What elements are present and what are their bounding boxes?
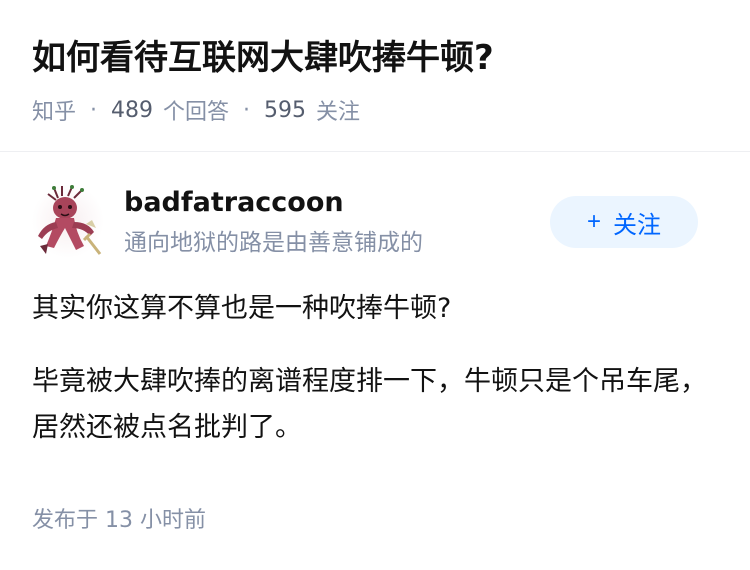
author-bio: 通向地狱的路是由善意铺成的 (124, 230, 423, 256)
publish-time: 发布于 13 小时前 (32, 502, 206, 534)
question-header: 如何看待互联网大肆吹捧牛顿? 知乎 · 489 个回答 · 595 关注 (32, 34, 730, 126)
publish-label: 发布于 (32, 508, 99, 533)
follow-button-label: 关注 (613, 211, 661, 239)
follow-button[interactable]: + 关注 (550, 196, 698, 248)
source-label[interactable]: 知乎 (32, 94, 76, 126)
groot-avatar-icon (32, 184, 104, 258)
answer-paragraph: 其实你这算不算也是一种吹捧牛顿? (32, 293, 452, 324)
follower-count-label[interactable]: 关注 (316, 94, 360, 126)
question-title[interactable]: 如何看待互联网大肆吹捧牛顿? (32, 34, 730, 82)
plus-icon: + (586, 208, 601, 235)
answer-count-label[interactable]: 个回答 (163, 94, 229, 126)
header-divider (0, 151, 750, 152)
answer-count: 489 (111, 97, 154, 123)
answer-content[interactable]: 其实你这算不算也是一种吹捧牛顿? 毕竟被大肆吹捧的离谱程度排一下，牛顿只是个吊车… (32, 286, 710, 478)
answer-paragraph: 毕竟被大肆吹捧的离谱程度排一下，牛顿只是个吊车尾，居然还被点名批判了。 (32, 366, 707, 443)
question-meta: 知乎 · 489 个回答 · 595 关注 (32, 94, 730, 126)
follower-count: 595 (264, 97, 307, 123)
avatar[interactable] (32, 184, 104, 258)
author-name[interactable]: badfatraccoon (124, 184, 344, 222)
author-info: badfatraccoon 通向地狱的路是由善意铺成的 + 关注 (32, 184, 698, 258)
publish-time-value: 13 小时前 (105, 508, 207, 533)
meta-separator: · (243, 97, 251, 123)
meta-separator: · (90, 97, 98, 123)
